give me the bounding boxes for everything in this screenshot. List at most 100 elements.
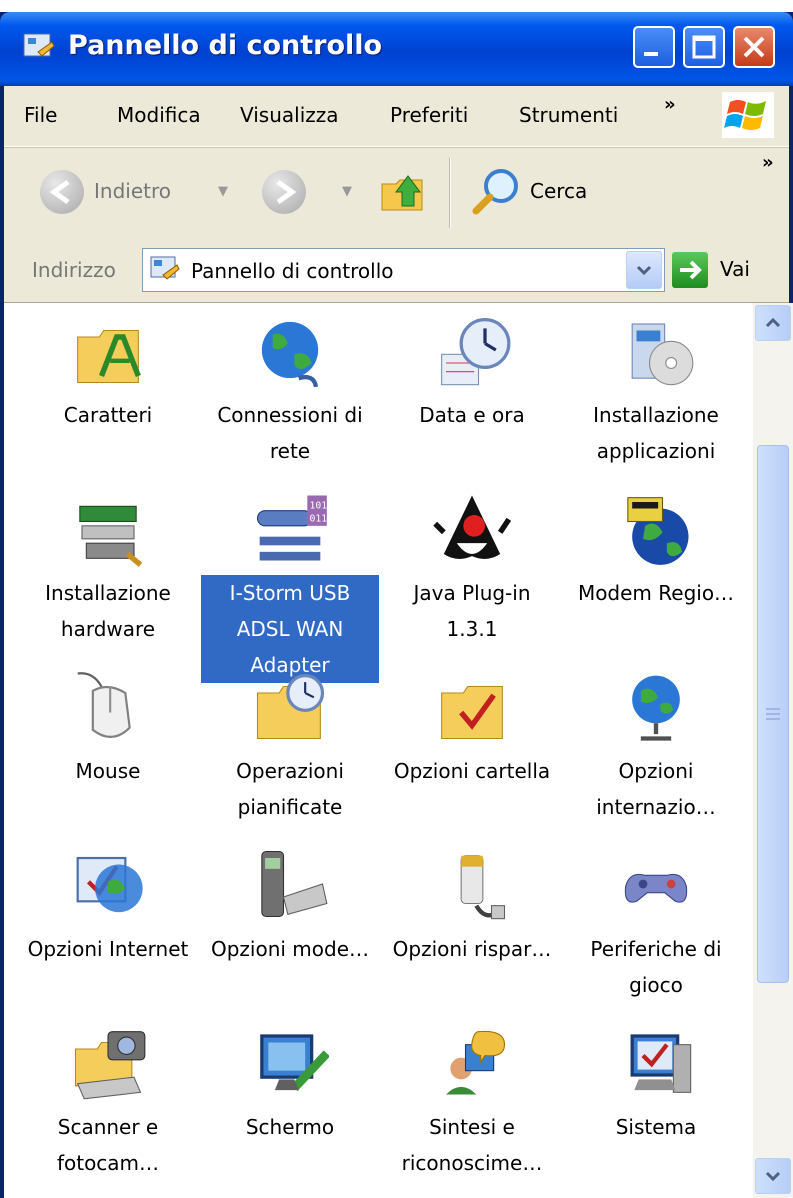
date-time-icon bbox=[441, 318, 511, 386]
chevron-up-icon bbox=[765, 317, 781, 328]
explorer-window: Pannello di controllo File Modifica Visu… bbox=[0, 12, 793, 1198]
item-label: Data e ora bbox=[419, 403, 525, 427]
add-remove-programs-icon bbox=[631, 323, 694, 386]
close-button[interactable] bbox=[733, 26, 775, 68]
control-panel-item[interactable]: 101 011 I-Storm USB ADSL WAN Adapter bbox=[200, 489, 380, 683]
control-panel-item[interactable]: Opzioni mode… bbox=[200, 845, 380, 967]
item-label: Connessioni di rete bbox=[217, 403, 363, 463]
display-icon bbox=[260, 1034, 329, 1091]
item-label: Periferiche di gioco bbox=[590, 937, 722, 997]
item-label: Sistema bbox=[615, 1115, 697, 1139]
control-panel-icon bbox=[23, 33, 55, 57]
control-panel-item[interactable]: Opzioni Internet bbox=[18, 845, 198, 967]
back-arrow-icon bbox=[49, 179, 70, 205]
control-panel-item[interactable]: Sintesi e riconoscime… bbox=[382, 1023, 562, 1181]
item-label: Schermo bbox=[245, 1115, 335, 1139]
address-dropdown-button[interactable] bbox=[626, 251, 662, 289]
menu-visualizza[interactable]: Visualizza bbox=[240, 103, 339, 127]
svg-text:011: 011 bbox=[310, 514, 328, 525]
control-panel-item[interactable]: Modem Regio… bbox=[566, 489, 746, 611]
java-duke-icon bbox=[433, 495, 511, 559]
go-button[interactable] bbox=[672, 252, 708, 288]
item-label: Opzioni mode… bbox=[210, 937, 370, 961]
menu-bar: File Modifica Visualizza Preferiti Strum… bbox=[4, 86, 789, 147]
control-panel-item[interactable]: Scanner e fotocam… bbox=[18, 1023, 198, 1181]
add-hardware-icon bbox=[79, 505, 143, 567]
forward-arrow-icon bbox=[276, 179, 297, 205]
icon-view: Caratteri Connessioni di rete Data e ora In… bbox=[4, 303, 753, 1198]
item-label: Java Plug-in 1.3.1 bbox=[413, 581, 531, 641]
adsl-adapter-icon: 101011 bbox=[256, 495, 328, 561]
control-panel-item[interactable]: Opzioni cartella bbox=[382, 667, 562, 789]
item-label: Installazione applicazioni bbox=[593, 403, 719, 463]
scroll-thumb[interactable] bbox=[757, 445, 789, 983]
menu-preferiti[interactable]: Preferiti bbox=[390, 103, 468, 127]
phone-modem-icon bbox=[261, 850, 328, 918]
maximize-button[interactable] bbox=[683, 26, 725, 68]
forward-button[interactable] bbox=[262, 170, 306, 214]
power-options-icon bbox=[460, 855, 506, 920]
control-panel-item[interactable]: Connessioni di rete bbox=[200, 311, 380, 469]
control-panel-item[interactable]: Opzioni internazio… bbox=[566, 667, 746, 825]
internet-options-icon bbox=[76, 856, 143, 913]
search-icon[interactable] bbox=[470, 164, 524, 218]
address-value: Pannello di controllo bbox=[191, 259, 394, 283]
system-icon bbox=[630, 1034, 692, 1093]
item-label: Installazione hardware bbox=[45, 581, 171, 641]
item-label: Sintesi e riconoscime… bbox=[401, 1115, 543, 1175]
back-button[interactable] bbox=[40, 170, 84, 214]
control-panel-item[interactable]: Caratteri bbox=[18, 311, 198, 433]
scheduled-tasks-icon bbox=[256, 674, 325, 740]
network-connections-icon bbox=[261, 321, 319, 388]
menu-more-chevron[interactable]: » bbox=[664, 94, 676, 115]
address-label: Indirizzo bbox=[32, 258, 116, 282]
toolbar-separator bbox=[449, 158, 450, 228]
top-strip bbox=[0, 0, 793, 12]
chevron-down-icon bbox=[636, 265, 652, 276]
go-label[interactable]: Vai bbox=[720, 257, 750, 281]
up-folder-icon[interactable] bbox=[378, 166, 430, 218]
modem-globe-icon bbox=[627, 497, 689, 565]
item-label: Opzioni Internet bbox=[27, 937, 189, 961]
control-panel-item[interactable]: Schermo bbox=[200, 1023, 380, 1145]
address-input[interactable]: Pannello di controllo bbox=[142, 248, 665, 292]
control-panel-item[interactable]: Opzioni rispar… bbox=[382, 845, 562, 967]
control-panel-item[interactable]: Installazione hardware bbox=[18, 489, 198, 647]
scroll-up-button[interactable] bbox=[755, 305, 791, 341]
toolbar-more-chevron[interactable]: » bbox=[762, 152, 774, 173]
mouse-icon bbox=[77, 672, 131, 738]
control-panel-item[interactable]: Java Plug-in 1.3.1 bbox=[382, 489, 562, 647]
game-controller-icon bbox=[624, 873, 688, 903]
scroll-down-button[interactable] bbox=[755, 1158, 791, 1194]
control-panel-item[interactable]: Data e ora bbox=[382, 311, 562, 433]
address-bar: Indirizzo Pannello di controllo Vai bbox=[4, 240, 789, 303]
item-label: Opzioni internazio… bbox=[596, 759, 716, 819]
control-panel-small-icon bbox=[150, 256, 180, 280]
forward-dropdown-icon[interactable]: ▼ bbox=[342, 184, 352, 199]
window-title: Pannello di controllo bbox=[68, 30, 383, 61]
back-dropdown-icon[interactable]: ▼ bbox=[218, 184, 228, 199]
item-label: Mouse bbox=[75, 759, 141, 783]
item-label: Modem Regio… bbox=[577, 581, 735, 605]
windows-logo-icon bbox=[722, 92, 774, 138]
scanner-camera-icon bbox=[74, 1031, 146, 1100]
menu-modifica[interactable]: Modifica bbox=[117, 103, 201, 127]
menu-strumenti[interactable]: Strumenti bbox=[519, 103, 618, 127]
vertical-scrollbar[interactable] bbox=[753, 303, 793, 1198]
search-label[interactable]: Cerca bbox=[530, 179, 587, 203]
control-panel-item[interactable]: Operazioni pianificate bbox=[200, 667, 380, 825]
control-panel-item[interactable]: Periferiche di gioco bbox=[566, 845, 746, 1003]
back-label: Indietro bbox=[94, 179, 171, 203]
control-panel-item[interactable]: Mouse bbox=[18, 667, 198, 789]
item-label: Opzioni rispar… bbox=[392, 937, 552, 961]
go-arrow-icon bbox=[680, 260, 702, 280]
control-panel-item[interactable]: Sistema bbox=[566, 1023, 746, 1145]
title-bar[interactable]: Pannello di controllo bbox=[0, 12, 793, 86]
svg-text:101: 101 bbox=[310, 501, 328, 512]
speech-icon bbox=[446, 1030, 506, 1095]
control-panel-item[interactable]: Installazione applicazioni bbox=[566, 311, 746, 469]
menu-file[interactable]: File bbox=[24, 103, 57, 127]
item-label: Scanner e fotocam… bbox=[56, 1115, 160, 1175]
minimize-button[interactable] bbox=[633, 26, 675, 68]
folder-options-icon bbox=[441, 685, 503, 740]
